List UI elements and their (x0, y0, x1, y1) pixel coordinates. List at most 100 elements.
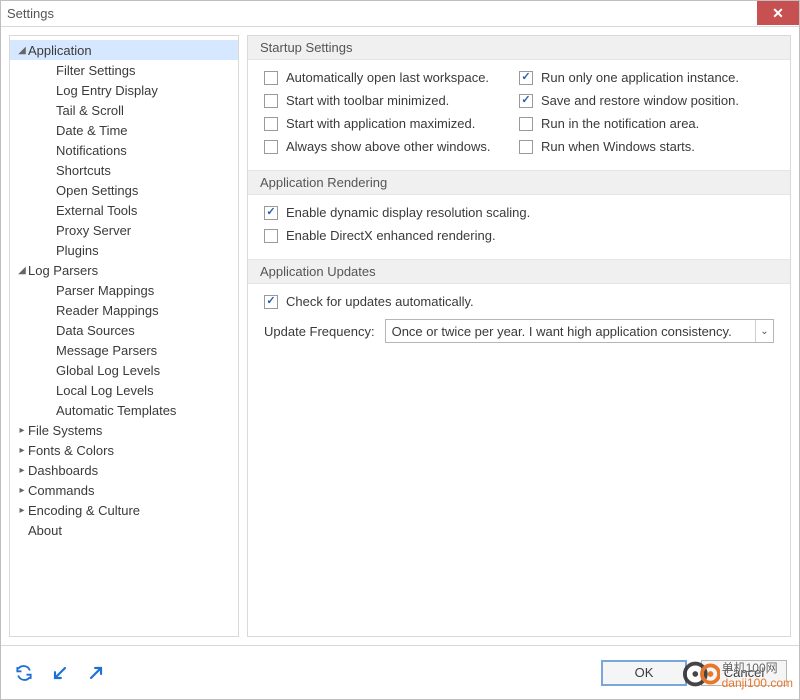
arrow-up-right-icon (86, 663, 106, 683)
tree-item[interactable]: ▸Commands (10, 480, 238, 500)
checkbox-icon (264, 94, 278, 108)
tree-item[interactable]: Reader Mappings (10, 300, 238, 320)
caret-down-icon: ◢ (16, 45, 28, 56)
checkbox-icon (264, 71, 278, 85)
checkbox-label: Run only one application instance. (541, 70, 739, 85)
checkbox-check-updates[interactable]: Check for updates automatically. (264, 294, 774, 309)
close-icon: ✕ (772, 5, 784, 22)
button-label: OK (635, 665, 654, 680)
checkbox-icon (264, 229, 278, 243)
tree-label: Reader Mappings (16, 303, 159, 318)
tree-item[interactable]: Tail & Scroll (10, 100, 238, 120)
tree-item[interactable]: Open Settings (10, 180, 238, 200)
tree-item[interactable]: Proxy Server (10, 220, 238, 240)
checkbox-icon (264, 140, 278, 154)
ok-button[interactable]: OK (601, 660, 687, 686)
checkbox-label: Run when Windows starts. (541, 139, 695, 154)
checkbox-icon (264, 295, 278, 309)
caret-right-icon: ▸ (16, 505, 28, 516)
checkbox-label: Start with toolbar minimized. (286, 93, 449, 108)
tree-item[interactable]: Filter Settings (10, 60, 238, 80)
tree-item[interactable]: Global Log Levels (10, 360, 238, 380)
checkbox-icon (519, 117, 533, 131)
import-button[interactable] (49, 662, 71, 684)
tree-label: Notifications (16, 143, 127, 158)
tree-item-application[interactable]: ◢ Application (10, 40, 238, 60)
category-tree[interactable]: ◢ Application Filter Settings Log Entry D… (9, 35, 239, 637)
tree-item[interactable]: Parser Mappings (10, 280, 238, 300)
checkbox[interactable]: Start with application maximized. (264, 116, 519, 131)
checkbox[interactable]: Run when Windows starts. (519, 139, 774, 154)
checkbox-label: Enable DirectX enhanced rendering. (286, 228, 496, 243)
window-title: Settings (7, 6, 54, 21)
chevron-down-icon: ⌄ (755, 320, 773, 342)
tree-label: File Systems (28, 423, 102, 438)
content-area: ◢ Application Filter Settings Log Entry D… (1, 27, 799, 645)
tree-label: Dashboards (28, 463, 98, 478)
tree-item[interactable]: Plugins (10, 240, 238, 260)
select-value: Once or twice per year. I want high appl… (392, 324, 755, 339)
checkbox-label: Start with application maximized. (286, 116, 475, 131)
close-button[interactable]: ✕ (757, 1, 799, 25)
tree-item-about[interactable]: About (10, 520, 238, 540)
tree-item[interactable]: ▸Fonts & Colors (10, 440, 238, 460)
tree-label: Open Settings (16, 183, 138, 198)
tree-label: Log Entry Display (16, 83, 158, 98)
update-frequency-label: Update Frequency: (264, 324, 375, 339)
reset-button[interactable] (13, 662, 35, 684)
tree-item[interactable]: Shortcuts (10, 160, 238, 180)
tree-label: Date & Time (16, 123, 128, 138)
tree-label: Shortcuts (16, 163, 111, 178)
checkbox[interactable]: Save and restore window position. (519, 93, 774, 108)
tree-item[interactable]: External Tools (10, 200, 238, 220)
checkbox-label: Check for updates automatically. (286, 294, 474, 309)
tree-label: Parser Mappings (16, 283, 154, 298)
tree-item[interactable]: Date & Time (10, 120, 238, 140)
tree-label: Automatic Templates (16, 403, 176, 418)
tree-label: Global Log Levels (16, 363, 160, 378)
caret-right-icon: ▸ (16, 485, 28, 496)
checkbox[interactable]: Start with toolbar minimized. (264, 93, 519, 108)
tree-label: Application (28, 43, 92, 58)
checkbox-icon (264, 206, 278, 220)
tree-label: Proxy Server (16, 223, 131, 238)
tree-label: External Tools (16, 203, 137, 218)
tree-item[interactable]: Log Entry Display (10, 80, 238, 100)
checkbox-label: Always show above other windows. (286, 139, 491, 154)
refresh-icon (14, 663, 34, 683)
tree-label: Commands (28, 483, 94, 498)
tree-label: Local Log Levels (16, 383, 154, 398)
caret-right-icon: ▸ (16, 465, 28, 476)
section-header-rendering: Application Rendering (248, 170, 790, 195)
tree-label: Fonts & Colors (28, 443, 114, 458)
export-button[interactable] (85, 662, 107, 684)
checkbox-label: Enable dynamic display resolution scalin… (286, 205, 530, 220)
section-header-startup: Startup Settings (248, 36, 790, 60)
tree-label: Message Parsers (16, 343, 157, 358)
tree-label: About (28, 523, 62, 538)
settings-panel: Startup Settings Automatically open last… (247, 35, 791, 637)
tree-item[interactable]: Automatic Templates (10, 400, 238, 420)
tree-label: Log Parsers (28, 263, 98, 278)
checkbox[interactable]: Always show above other windows. (264, 139, 519, 154)
checkbox[interactable]: Enable dynamic display resolution scalin… (264, 205, 774, 220)
tree-item-log-parsers[interactable]: ◢ Log Parsers (10, 260, 238, 280)
tree-item[interactable]: Local Log Levels (10, 380, 238, 400)
update-frequency-select[interactable]: Once or twice per year. I want high appl… (385, 319, 774, 343)
cancel-button[interactable]: Cancel (701, 660, 787, 686)
checkbox[interactable]: Run only one application instance. (519, 70, 774, 85)
checkbox-label: Save and restore window position. (541, 93, 739, 108)
tree-item[interactable]: ▸Encoding & Culture (10, 500, 238, 520)
checkbox[interactable]: Enable DirectX enhanced rendering. (264, 228, 774, 243)
checkbox[interactable]: Automatically open last workspace. (264, 70, 519, 85)
tree-item[interactable]: Notifications (10, 140, 238, 160)
checkbox-label: Automatically open last workspace. (286, 70, 489, 85)
tree-item[interactable]: ▸Dashboards (10, 460, 238, 480)
checkbox[interactable]: Run in the notification area. (519, 116, 774, 131)
settings-window: Settings ✕ ◢ Application Filter Settings… (0, 0, 800, 700)
tree-item[interactable]: ▸File Systems (10, 420, 238, 440)
tree-item[interactable]: Message Parsers (10, 340, 238, 360)
arrow-down-left-icon (50, 663, 70, 683)
tree-label: Encoding & Culture (28, 503, 140, 518)
tree-item[interactable]: Data Sources (10, 320, 238, 340)
